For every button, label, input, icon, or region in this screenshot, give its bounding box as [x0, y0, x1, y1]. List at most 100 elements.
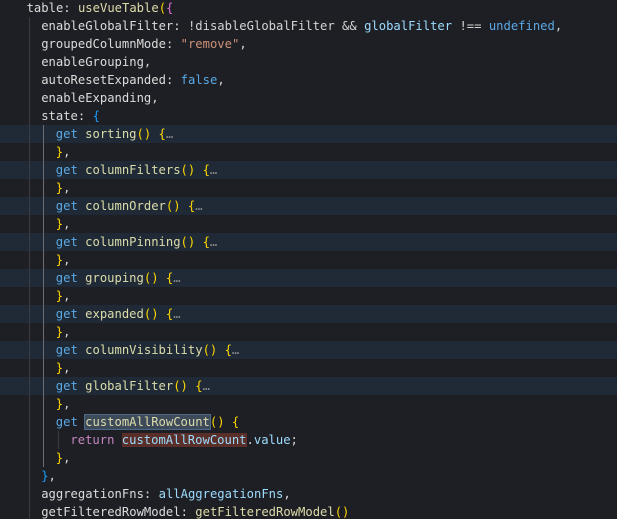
fold-ellipsis-icon[interactable]: …	[210, 163, 217, 177]
code-text: get globalFilter() {…	[56, 377, 210, 395]
code-line[interactable]: get grouping() {…	[0, 269, 617, 287]
code-token: ;	[290, 433, 298, 447]
code-line[interactable]: aggregationFns: allAggregationFns,	[0, 485, 617, 503]
code-token: return	[70, 433, 122, 447]
fold-ellipsis-icon[interactable]: …	[173, 271, 180, 285]
code-token: : !	[173, 19, 196, 33]
code-token: "remove"	[180, 37, 240, 51]
indent-guide	[43, 323, 45, 341]
code-token: ()	[180, 163, 203, 177]
code-token: :	[165, 37, 181, 51]
code-line[interactable]: },	[0, 449, 617, 467]
code-token: getFilteredRowModel	[41, 505, 181, 519]
indent-guide	[43, 395, 45, 413]
code-token: ,	[283, 487, 291, 501]
code-line[interactable]: },	[0, 359, 617, 377]
code-line[interactable]: autoResetExpanded: false,	[0, 71, 617, 89]
code-token: }	[41, 469, 49, 483]
fold-ellipsis-icon[interactable]: …	[173, 307, 180, 321]
code-token: {	[231, 415, 240, 429]
code-line[interactable]: enableGlobalFilter: !disableGlobalFilter…	[0, 17, 617, 35]
code-text: get customAllRowCount() {	[56, 413, 239, 431]
code-editor[interactable]: table: useVueTable({enableGlobalFilter: …	[0, 0, 617, 519]
code-line[interactable]: get columnOrder() {…	[0, 197, 617, 215]
code-token: :	[63, 1, 78, 15]
code-line[interactable]: get columnFilters() {…	[0, 161, 617, 179]
code-line[interactable]: },	[0, 395, 617, 413]
code-token: get	[55, 163, 86, 177]
code-line[interactable]: enableGrouping,	[0, 53, 617, 71]
indent-guide	[43, 179, 45, 197]
code-line[interactable]: get globalFilter() {…	[0, 377, 617, 395]
code-token: ,	[63, 145, 71, 159]
fold-ellipsis-icon[interactable]: …	[232, 343, 239, 357]
indent-guide	[57, 431, 59, 449]
code-token: ,	[217, 73, 225, 87]
code-token: {	[195, 379, 203, 393]
code-token: table	[26, 1, 64, 15]
code-text: },	[56, 359, 71, 377]
code-line[interactable]: get sorting() {…	[0, 125, 617, 143]
code-line[interactable]: state: {	[0, 107, 617, 125]
code-token: ,	[63, 181, 71, 195]
code-line[interactable]: },	[0, 179, 617, 197]
code-token: get	[55, 271, 86, 285]
code-line[interactable]: },	[0, 251, 617, 269]
indent-guide	[28, 305, 30, 323]
code-token: ,	[63, 325, 71, 339]
code-token: {	[202, 163, 210, 177]
indent-guide	[43, 197, 45, 215]
indent-guide	[43, 215, 45, 233]
code-text: },	[56, 287, 71, 305]
code-line[interactable]: table: useVueTable({	[0, 0, 617, 17]
fold-ellipsis-icon[interactable]: …	[203, 379, 210, 393]
code-token: ,	[63, 289, 71, 303]
code-text: aggregationFns: allAggregationFns,	[41, 485, 291, 503]
code-line[interactable]: get customAllRowCount() {	[0, 413, 617, 431]
code-line[interactable]: },	[0, 323, 617, 341]
code-token: aggregationFns	[41, 487, 144, 501]
indent-guide	[43, 359, 45, 377]
indent-guide	[43, 341, 45, 359]
code-line[interactable]: return customAllRowCount.value;	[0, 431, 617, 449]
code-token: grouping	[85, 271, 144, 285]
code-text: autoResetExpanded: false,	[41, 71, 224, 89]
code-text: getFilteredRowModel: getFilteredRowModel…	[41, 503, 349, 519]
indent-guide	[28, 269, 30, 287]
code-line[interactable]: get columnPinning() {…	[0, 233, 617, 251]
fold-ellipsis-icon[interactable]: …	[210, 235, 217, 249]
indent-guide	[28, 89, 30, 107]
code-token: useVueTable	[77, 1, 159, 15]
code-token: columnPinning	[85, 235, 181, 249]
code-line[interactable]: get columnVisibility() {…	[0, 341, 617, 359]
code-line[interactable]: },	[0, 215, 617, 233]
fold-ellipsis-icon[interactable]: …	[166, 127, 173, 141]
code-token: ()	[143, 307, 166, 321]
indent-guide	[28, 107, 30, 125]
code-line[interactable]: },	[0, 143, 617, 161]
indent-guide	[43, 287, 45, 305]
code-token: ,	[239, 37, 247, 51]
indent-guide	[28, 251, 30, 269]
indent-guide	[43, 431, 45, 449]
indent-guide	[28, 395, 30, 413]
code-line[interactable]: },	[0, 287, 617, 305]
code-token: enableGrouping	[41, 55, 144, 69]
code-text: get sorting() {…	[56, 125, 173, 143]
code-line[interactable]: enableExpanding,	[0, 89, 617, 107]
code-text: enableGlobalFilter: !disableGlobalFilter…	[41, 17, 562, 35]
code-text: },	[56, 143, 71, 161]
code-line[interactable]: get expanded() {…	[0, 305, 617, 323]
indent-guide	[43, 449, 45, 467]
indent-guide	[28, 35, 30, 53]
code-token: get	[55, 343, 86, 357]
fold-ellipsis-icon[interactable]: …	[195, 199, 202, 213]
code-token: :	[165, 73, 181, 87]
code-token: ,	[63, 397, 71, 411]
code-token: disableGlobalFilter	[195, 19, 335, 33]
code-line[interactable]: groupedColumnMode: "remove",	[0, 35, 617, 53]
code-line[interactable]: getFilteredRowModel: getFilteredRowModel…	[0, 503, 617, 519]
code-token: ()	[180, 235, 203, 249]
code-token: allAggregationFns	[158, 487, 284, 501]
code-line[interactable]: },	[0, 467, 617, 485]
